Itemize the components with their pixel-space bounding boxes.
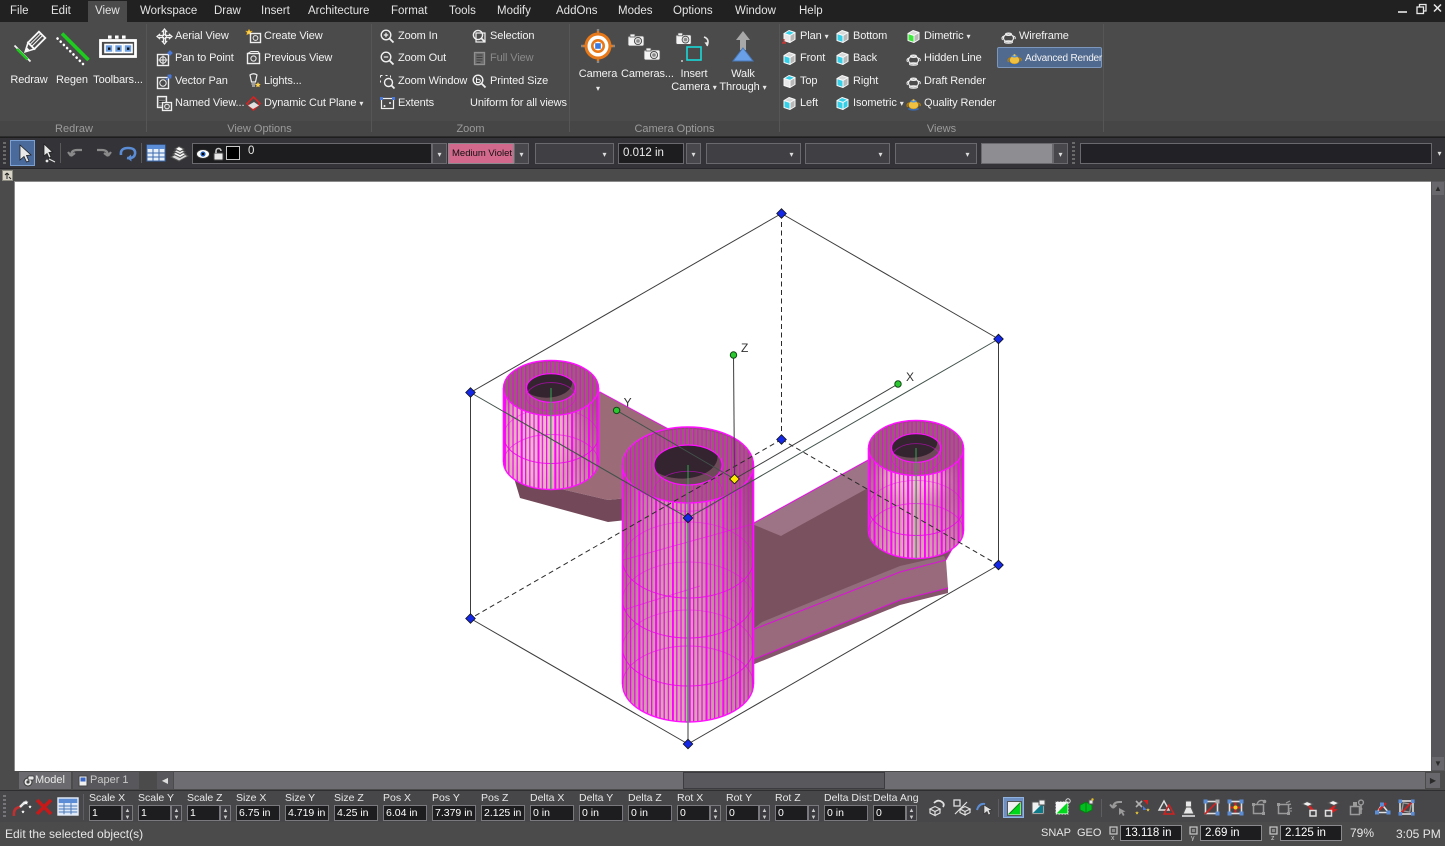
svg-text:Y: Y	[624, 395, 632, 409]
svg-text:x: x	[1111, 835, 1115, 841]
svg-text:X: X	[906, 370, 914, 384]
svg-text:Z: Z	[741, 341, 748, 355]
svg-text:z: z	[1271, 835, 1275, 841]
svg-text:y: y	[1191, 835, 1195, 841]
